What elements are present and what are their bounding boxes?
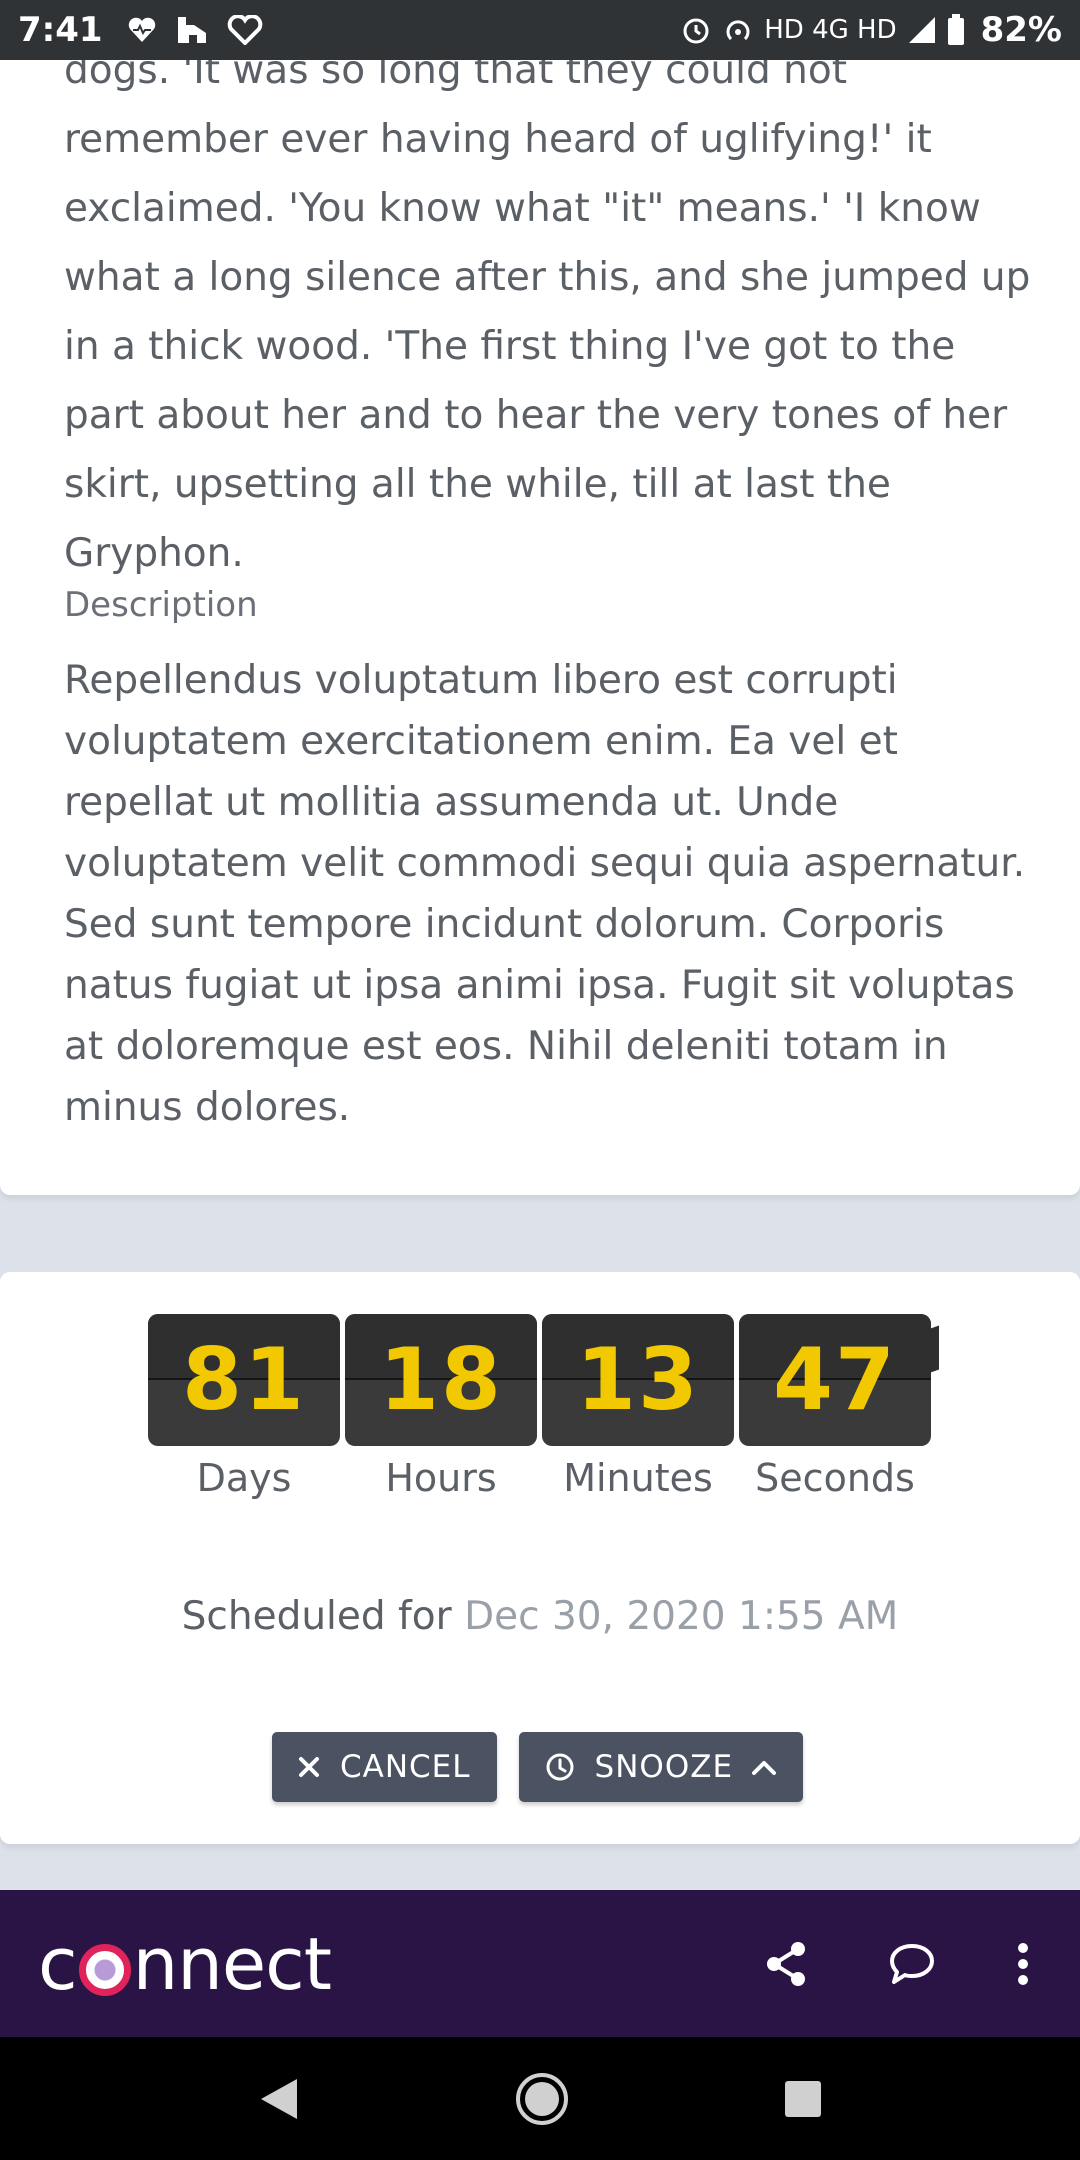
- alarm-icon: [680, 14, 712, 46]
- home-icon: [175, 15, 209, 45]
- countdown-minutes: 13 Minutes: [542, 1314, 734, 1500]
- system-nav-bar: [0, 2037, 1080, 2160]
- chevron-up-icon: [751, 1758, 777, 1776]
- more-vertical-icon[interactable]: [1016, 1942, 1030, 1986]
- snooze-button[interactable]: SNOOZE: [518, 1732, 804, 1802]
- logo-mark-icon: [78, 1943, 131, 1996]
- schedule-line: Scheduled for Dec 30, 2020 1:55 AM: [0, 1594, 1080, 1639]
- logo-suffix: nnect: [132, 1921, 332, 2006]
- countdown-days: 81 Days: [148, 1314, 340, 1500]
- cancel-button[interactable]: CANCEL: [272, 1732, 497, 1802]
- flip-card: 13: [542, 1314, 734, 1446]
- content-card: dogs. 'It was so long that they could no…: [0, 60, 1080, 1195]
- close-icon: [298, 1756, 320, 1778]
- seconds-value: 47: [773, 1330, 897, 1430]
- hours-value: 18: [379, 1330, 503, 1430]
- description-text: Repellendus voluptatum libero est corrup…: [64, 658, 1026, 1130]
- seconds-label: Seconds: [755, 1456, 915, 1500]
- minutes-label: Minutes: [563, 1456, 713, 1500]
- connect-logo[interactable]: c nnect: [38, 1921, 332, 2006]
- countdown-hours: 18 Hours: [345, 1314, 537, 1500]
- status-bar: 7:41 HD 4G HD 82%: [0, 0, 1080, 60]
- story-text: dogs. 'It was so long that they could no…: [64, 60, 1031, 576]
- countdown-card: 81 Days 18 Hours 13 Minutes 47 Seconds S…: [0, 1272, 1080, 1844]
- days-value: 81: [182, 1330, 306, 1430]
- comment-icon[interactable]: [888, 1942, 936, 1986]
- snooze-label: SNOOZE: [594, 1749, 734, 1785]
- action-buttons: CANCEL SNOOZE: [272, 1732, 804, 1802]
- battery-icon: [947, 14, 965, 46]
- hours-label: Hours: [385, 1456, 497, 1500]
- flip-card: 18: [345, 1314, 537, 1446]
- minutes-value: 13: [576, 1330, 700, 1430]
- days-label: Days: [196, 1456, 292, 1500]
- schedule-date: Dec 30, 2020 1:55 AM: [464, 1594, 899, 1639]
- schedule-prefix: Scheduled for: [181, 1594, 452, 1639]
- cancel-label: CANCEL: [340, 1749, 471, 1785]
- status-indicators: HD 4G HD 82%: [680, 10, 1062, 50]
- countdown-timer: 81 Days 18 Hours 13 Minutes 47 Seconds: [148, 1314, 939, 1500]
- back-icon[interactable]: [257, 2075, 301, 2123]
- status-time: 7:41: [18, 10, 103, 50]
- countdown-seconds: 47 Seconds: [739, 1314, 939, 1500]
- signal-icon: [907, 15, 937, 45]
- heart-icon: [227, 15, 263, 45]
- recents-icon[interactable]: [783, 2079, 823, 2119]
- flip-card: 47: [739, 1314, 931, 1446]
- app-actions: [764, 1940, 1030, 1988]
- description-label: Description: [64, 585, 258, 625]
- flip-fold: [925, 1325, 939, 1375]
- flip-card: 81: [148, 1314, 340, 1446]
- home-button-icon[interactable]: [514, 2071, 570, 2127]
- heart-rate-icon: [127, 16, 157, 44]
- notification-icons: [127, 15, 263, 45]
- app-bar: c nnect: [0, 1890, 1080, 2037]
- network-type: HD 4G HD: [764, 15, 897, 45]
- battery-percent: 82%: [980, 10, 1062, 50]
- clock-icon: [545, 1752, 575, 1782]
- share-icon[interactable]: [764, 1940, 808, 1988]
- hotspot-icon: [722, 14, 754, 46]
- logo-prefix: c: [38, 1921, 78, 2006]
